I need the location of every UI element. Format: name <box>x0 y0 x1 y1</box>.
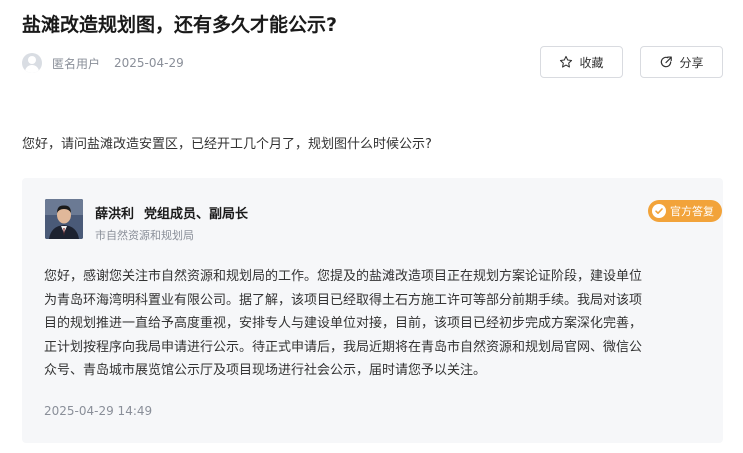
answerer-organization: 市自然资源和规划局 <box>95 229 194 242</box>
answer-line: 目的规划推进一直给予高度重视，安排专人与建设单位对接，目前，该项目已经初步完成方… <box>44 316 643 332</box>
favorite-button[interactable]: 收藏 <box>540 46 623 78</box>
share-arrow-icon <box>661 56 673 68</box>
answer-line: 众号、青岛城市展览馆公示厅及项目现场进行社会公示，届时请您予以关注。 <box>44 363 487 379</box>
post-date: 2025-04-29 <box>114 56 184 70</box>
answer-line: 正计划按程序向我局申请进行公示。待正式申请后，我局近期将在青岛市自然资源和规划局… <box>44 339 643 355</box>
answer-line: 您好，感谢您关注市自然资源和规划局的工作。您提及的盐滩改造项目正在规划方案论证阶… <box>44 269 643 284</box>
star-outline-icon <box>560 55 573 68</box>
author-name: 匿名用户 <box>52 56 101 71</box>
favorite-label: 收藏 <box>579 55 604 70</box>
official-reply-badge: 官方答复 <box>648 200 722 222</box>
answerer-name: 薛洪利 <box>95 207 135 222</box>
share-button[interactable]: 分享 <box>640 46 723 78</box>
post-meta: 匿名用户 2025-04-29 <box>22 52 184 74</box>
answerer-name-line: 薛洪利 党组成员、副局长 <box>95 203 248 222</box>
default-user-icon <box>22 53 42 73</box>
official-avatar <box>45 199 83 239</box>
answer-body: 您好，感谢您关注市自然资源和规划局的工作。您提及的盐滩改造项目正在规划方案论证阶… <box>44 265 704 383</box>
checkmark-icon <box>652 204 666 218</box>
answer-timestamp: 2025-04-29 14:49 <box>44 404 153 418</box>
answer-line: 为青岛环海湾明科置业有限公司。据了解，该项目已经取得土石方施工许可等部分前期手续… <box>44 292 643 308</box>
share-label: 分享 <box>679 55 704 70</box>
page-title: 盐滩改造规划图，还有多久才能公示? <box>22 14 338 36</box>
question-text: 您好，请问盐滩改造安置区，已经开工几个月了，规划图什么时候公示? <box>22 137 432 152</box>
official-answer-card: 薛洪利 党组成员、副局长 市自然资源和规划局 官方答复 您好，感谢您关注市自然资源… <box>22 178 723 443</box>
official-reply-label: 官方答复 <box>670 205 714 218</box>
answerer-role: 党组成员、副局长 <box>144 207 249 222</box>
